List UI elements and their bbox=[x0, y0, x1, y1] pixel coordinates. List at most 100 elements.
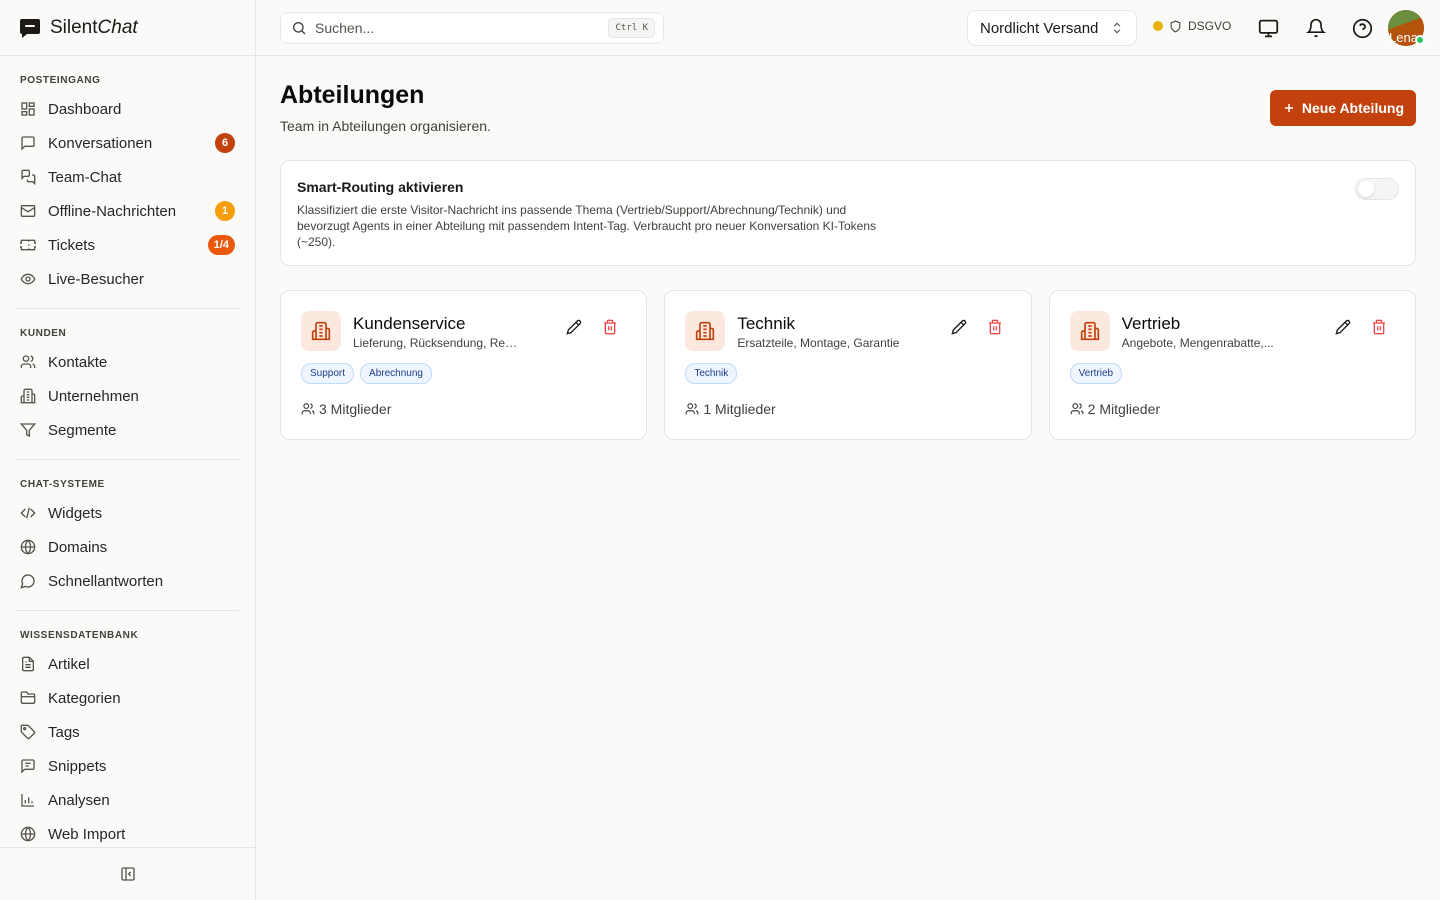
gdpr-status[interactable]: DSGVO bbox=[1153, 19, 1231, 33]
main-content: Abteilungen Team in Abteilungen organisi… bbox=[256, 56, 1440, 900]
section-title-chat-systeme: CHAT-SYSTEME bbox=[20, 479, 105, 490]
messages-icon bbox=[20, 169, 36, 185]
member-count-label: 1 Mitglieder bbox=[703, 401, 776, 417]
page-subtitle: Team in Abteilungen organisieren. bbox=[280, 118, 491, 134]
message-square-icon bbox=[20, 135, 36, 151]
sidebar-item-unternehmen[interactable]: Unternehmen bbox=[8, 379, 247, 413]
member-count: 1 Mitglieder bbox=[685, 401, 776, 417]
sidebar-item-artikel[interactable]: Artikel bbox=[8, 647, 247, 681]
member-count: 3 Mitglieder bbox=[301, 401, 391, 417]
member-count-label: 2 Mitglieder bbox=[1087, 401, 1161, 417]
department-actions bbox=[951, 319, 1003, 335]
sidebar-item-label: Segmente bbox=[48, 421, 117, 439]
count-badge: 6 bbox=[215, 133, 235, 153]
sidebar-item-domains[interactable]: Domains bbox=[8, 530, 247, 564]
sidebar-item-label: Kontakte bbox=[48, 353, 108, 371]
sidebar-item-web-import[interactable]: Web Import bbox=[8, 817, 247, 851]
sidebar-item-label: Live-Besucher bbox=[48, 270, 144, 288]
department-description: Lieferung, Rücksendung, Rechnung bbox=[353, 336, 521, 350]
sidebar-item-label: Tags bbox=[48, 723, 80, 741]
topbar: Ctrl K Nordlicht Versand DSGVO Lena bbox=[256, 0, 1440, 56]
sidebar-item-kontakte[interactable]: Kontakte bbox=[8, 345, 247, 379]
search-input[interactable] bbox=[315, 20, 601, 36]
trash-icon[interactable] bbox=[1371, 319, 1387, 335]
sidebar-item-label: Konversationen bbox=[48, 134, 153, 152]
toggle-knob bbox=[1358, 181, 1374, 197]
sidebar-item-widgets[interactable]: Widgets bbox=[8, 496, 247, 530]
tag-icon bbox=[20, 724, 36, 740]
sidebar-item-team-chat[interactable]: Team-Chat bbox=[8, 160, 247, 194]
trash-icon[interactable] bbox=[602, 319, 618, 335]
intent-tag: Support bbox=[301, 363, 355, 384]
intent-tags: Technik bbox=[685, 363, 738, 384]
sidebar-item-offline-nachrichten[interactable]: Offline-Nachrichten 1 bbox=[8, 194, 247, 228]
ticket-icon bbox=[20, 237, 36, 253]
sidebar-item-label: Web Import bbox=[48, 825, 126, 843]
sidebar-item-analysen[interactable]: Analysen bbox=[8, 783, 247, 817]
edit-icon[interactable] bbox=[951, 319, 967, 335]
edit-icon[interactable] bbox=[566, 319, 582, 335]
sidebar-item-snippets[interactable]: Snippets bbox=[8, 749, 247, 783]
folder-icon bbox=[20, 690, 36, 706]
department-actions bbox=[1335, 319, 1387, 335]
gdpr-label: DSGVO bbox=[1188, 19, 1232, 33]
eye-icon bbox=[20, 271, 36, 287]
intent-tag: Technik bbox=[685, 363, 738, 384]
status-dot bbox=[1153, 21, 1163, 31]
organization-select[interactable]: Nordlicht Versand bbox=[967, 10, 1137, 46]
monitor-icon[interactable] bbox=[1256, 16, 1280, 40]
sidebar-item-label: Analysen bbox=[48, 791, 110, 809]
online-indicator bbox=[1415, 35, 1425, 45]
department-card: Kundenservice Lieferung, Rücksendung, Re… bbox=[280, 290, 648, 440]
sidebar-item-tags[interactable]: Tags bbox=[8, 715, 247, 749]
sidebar-item-live-besucher[interactable]: Live-Besucher bbox=[8, 262, 247, 296]
help-icon[interactable] bbox=[1350, 16, 1374, 40]
building-icon bbox=[301, 311, 341, 351]
brand[interactable]: SilentChat bbox=[0, 0, 255, 56]
avatar-text: Lena bbox=[1389, 30, 1418, 45]
section-title-kunden: KUNDEN bbox=[20, 328, 67, 339]
file-text-icon bbox=[20, 656, 36, 672]
message-circle-icon bbox=[20, 573, 36, 589]
new-department-button[interactable]: Neue Abteilung bbox=[1269, 90, 1416, 126]
shield-icon bbox=[1169, 20, 1182, 33]
department-card: Vertrieb Angebote, Mengenrabatte,... Ver… bbox=[1048, 290, 1416, 440]
smart-routing-title: Smart-Routing aktivieren bbox=[297, 179, 464, 195]
sidebar-item-label: Team-Chat bbox=[48, 168, 122, 186]
logo-icon bbox=[18, 16, 42, 40]
avatar[interactable]: Lena bbox=[1388, 10, 1425, 46]
brand-name-part1: Silent bbox=[50, 16, 98, 38]
sidebar-item-label: Snippets bbox=[48, 757, 107, 775]
trash-icon[interactable] bbox=[987, 319, 1003, 335]
department-description: Ersatzteile, Montage, Garantie bbox=[737, 336, 900, 350]
sidebar-item-konversationen[interactable]: Konversationen 6 bbox=[8, 126, 247, 160]
sidebar-item-label: Kategorien bbox=[48, 689, 121, 707]
sidebar-item-label: Artikel bbox=[48, 655, 90, 673]
brand-name-part2: Chat bbox=[97, 16, 138, 38]
brand-name: SilentChat bbox=[50, 17, 138, 39]
smart-routing-toggle[interactable] bbox=[1355, 178, 1399, 200]
sidebar-item-dashboard[interactable]: Dashboard bbox=[8, 92, 247, 126]
sidebar-item-kategorien[interactable]: Kategorien bbox=[8, 681, 247, 715]
member-count: 2 Mitglieder bbox=[1070, 401, 1160, 417]
intent-tags: Support Abrechnung bbox=[301, 363, 432, 384]
code-icon bbox=[20, 505, 36, 521]
building-icon bbox=[20, 388, 36, 404]
search-bar[interactable]: Ctrl K bbox=[280, 12, 664, 44]
building-icon bbox=[685, 311, 726, 351]
sidebar-item-tickets[interactable]: Tickets 1/4 bbox=[8, 228, 247, 262]
users-icon bbox=[301, 402, 315, 416]
filter-icon bbox=[20, 422, 36, 438]
collapse-sidebar-icon[interactable] bbox=[120, 866, 136, 882]
bell-icon[interactable] bbox=[1304, 16, 1328, 40]
users-icon bbox=[1070, 402, 1084, 416]
department-name: Vertrieb bbox=[1121, 314, 1181, 333]
mail-icon bbox=[20, 203, 36, 219]
globe-icon bbox=[20, 539, 36, 555]
sidebar-item-segmente[interactable]: Segmente bbox=[8, 413, 247, 447]
users-icon bbox=[20, 354, 36, 370]
sidebar-item-schnellantworten[interactable]: Schnellantworten bbox=[8, 564, 247, 598]
building-icon bbox=[1069, 311, 1110, 351]
edit-icon[interactable] bbox=[1335, 319, 1351, 335]
section-title-wissensdatenbank: WISSENSDATENBANK bbox=[20, 630, 139, 641]
